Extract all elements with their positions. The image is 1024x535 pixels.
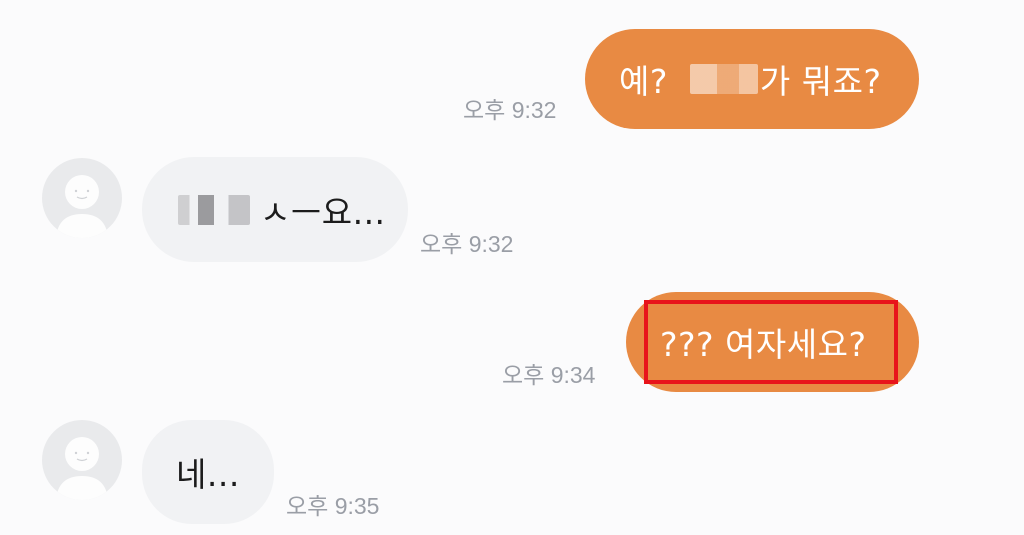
chat-thread: 오후 9:32 예? 가 뭐죠? ㅅㅡ요... 오후 9:32 오후 9:34 … bbox=[0, 0, 1024, 535]
contact-avatar[interactable] bbox=[42, 158, 122, 238]
message-timestamp: 오후 9:32 bbox=[463, 97, 557, 123]
message-text: 네... bbox=[176, 455, 240, 494]
outgoing-message-bubble[interactable]: 예? 가 뭐죠? bbox=[585, 29, 919, 129]
message-text: 가 뭐죠? bbox=[759, 62, 882, 101]
red-highlight-box bbox=[644, 300, 898, 384]
message-text: ㅅㅡ요... bbox=[260, 192, 386, 232]
message-text: 예? bbox=[619, 62, 668, 101]
default-profile-avatar-icon bbox=[56, 175, 108, 238]
incoming-message-bubble[interactable]: 네... bbox=[142, 420, 274, 524]
default-profile-avatar-icon bbox=[56, 437, 108, 500]
redacted-text-blur bbox=[689, 64, 758, 94]
contact-avatar[interactable] bbox=[42, 420, 122, 500]
message-timestamp: 오후 9:35 bbox=[286, 493, 380, 519]
incoming-message-bubble[interactable]: ㅅㅡ요... bbox=[142, 157, 408, 262]
redacted-text-blur bbox=[178, 194, 250, 225]
message-timestamp: 오후 9:32 bbox=[420, 231, 514, 257]
message-timestamp: 오후 9:34 bbox=[502, 362, 596, 388]
